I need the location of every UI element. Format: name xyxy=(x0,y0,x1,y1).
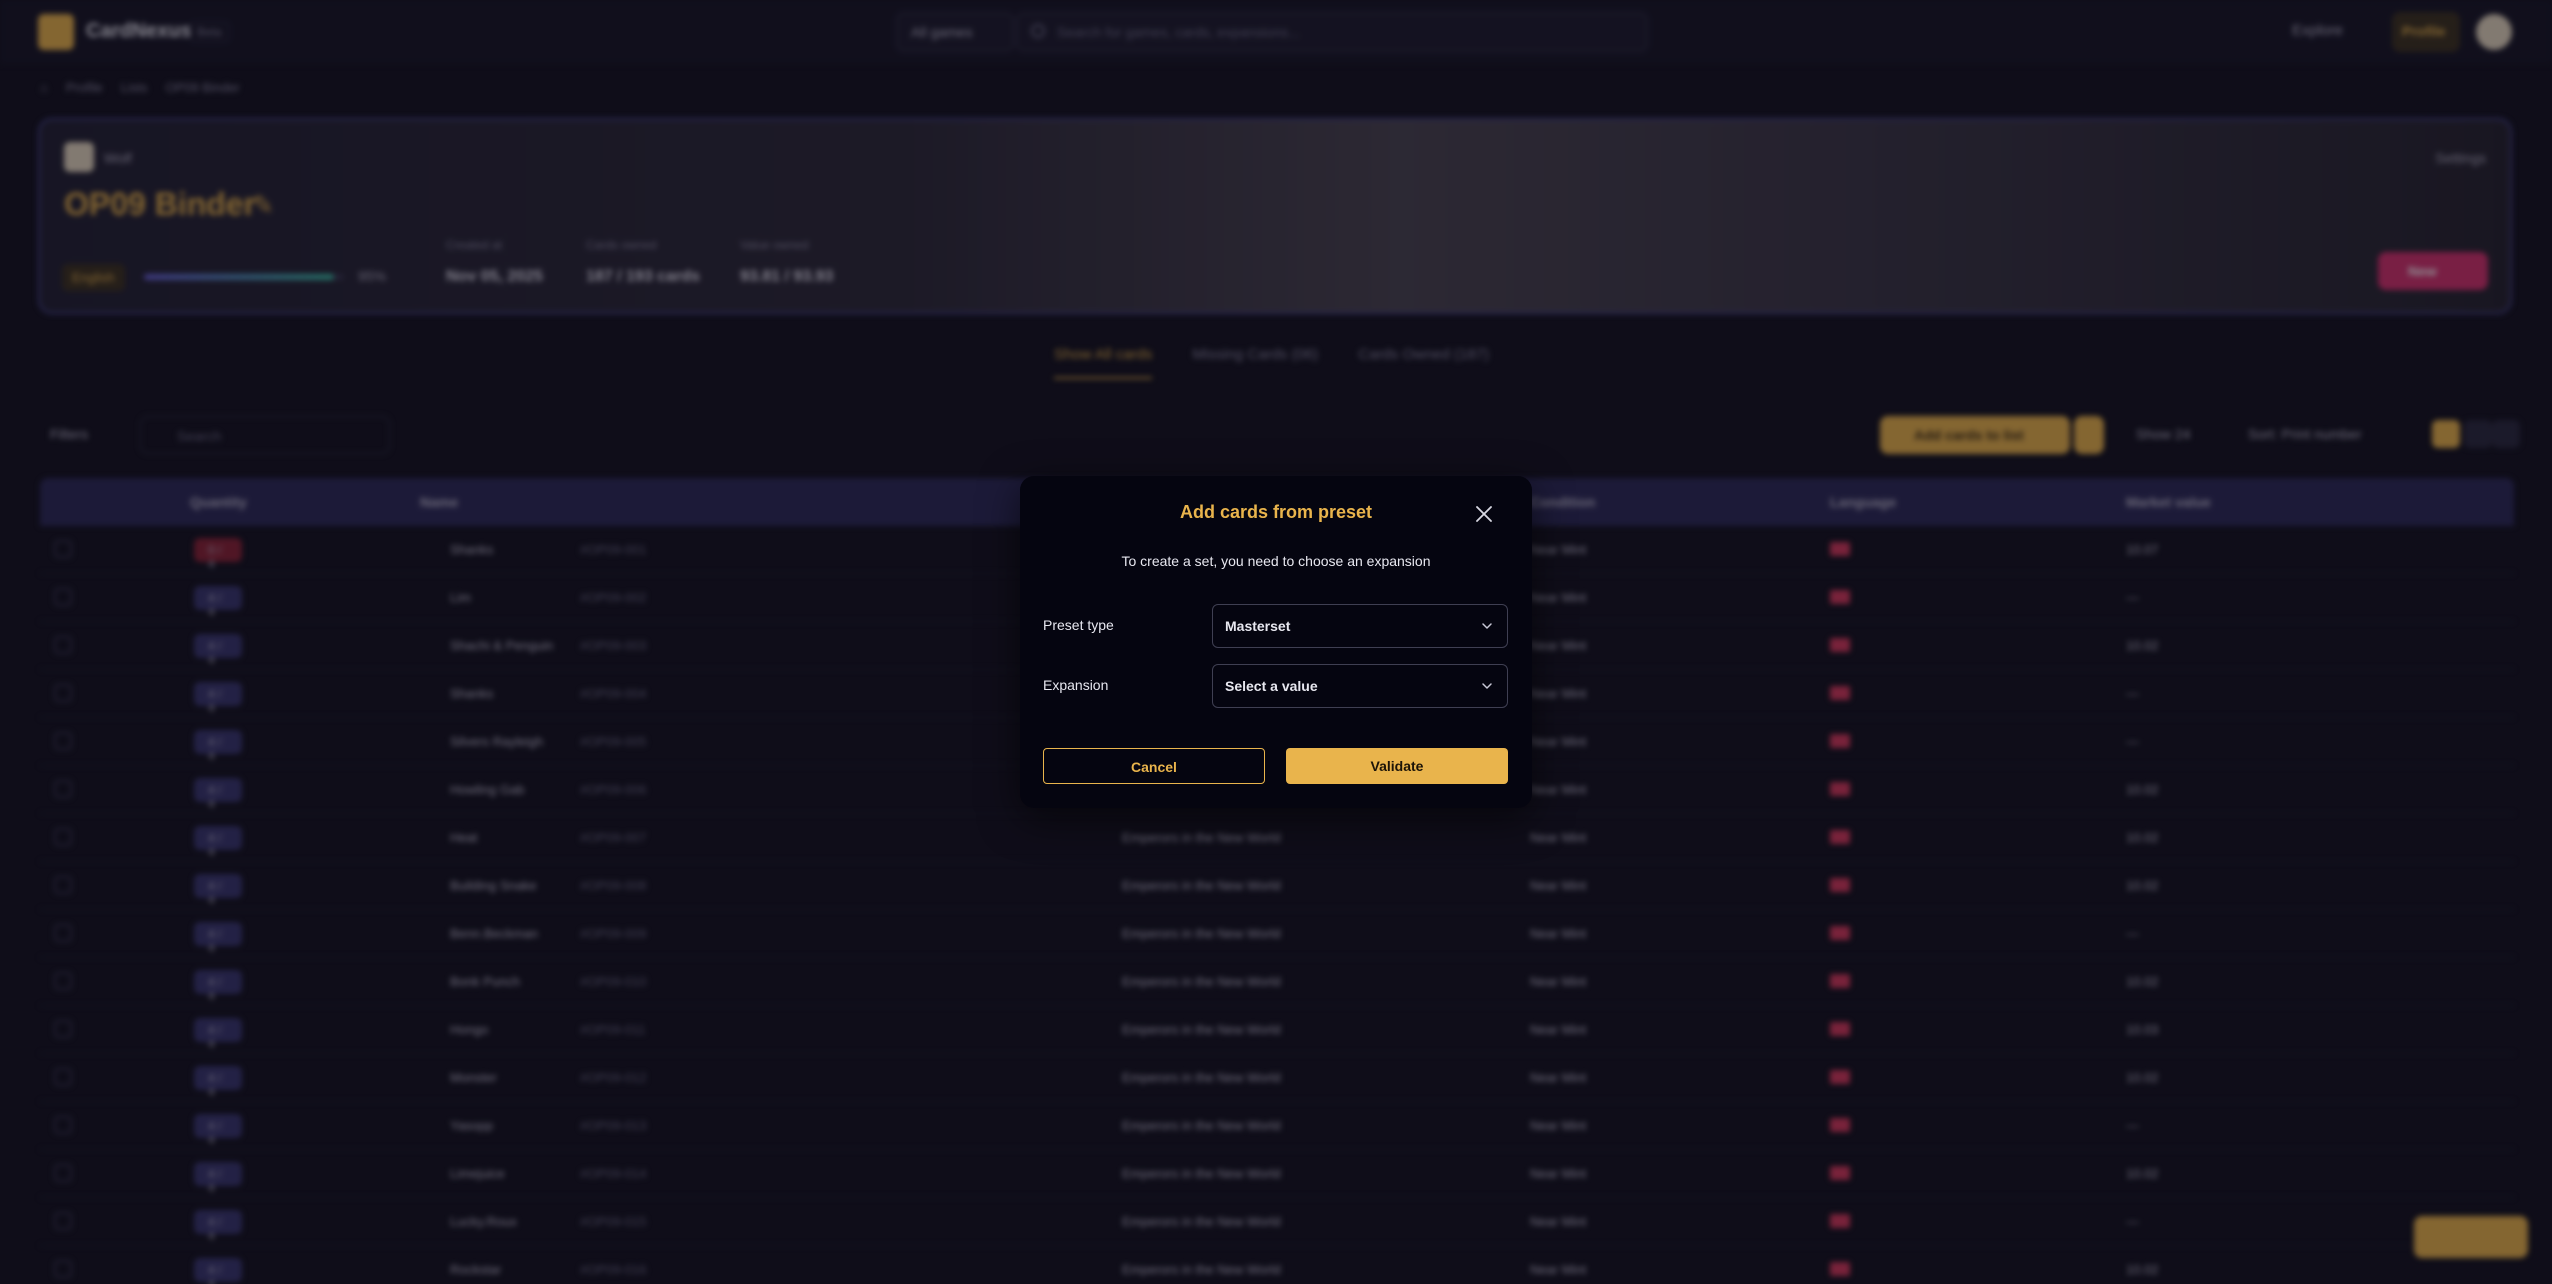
preset-type-label: Preset type xyxy=(1043,617,1114,633)
preset-type-select[interactable]: Masterset xyxy=(1212,604,1508,648)
chevron-down-icon xyxy=(1482,623,1492,629)
validate-button[interactable]: Validate xyxy=(1286,748,1508,784)
preset-type-value: Masterset xyxy=(1225,618,1291,634)
expansion-label: Expansion xyxy=(1043,677,1109,693)
dialog-title: Add cards from preset xyxy=(1179,502,1373,522)
expansion-select[interactable]: Select a value xyxy=(1212,664,1508,708)
add-cards-from-preset-dialog: Add cards from preset To create a set, y… xyxy=(1020,476,1532,808)
cancel-button[interactable]: Cancel xyxy=(1043,748,1265,784)
expansion-value: Select a value xyxy=(1225,678,1318,694)
close-icon[interactable] xyxy=(1472,502,1496,526)
dialog-subtitle: To create a set, you need to choose an e… xyxy=(1121,553,1431,569)
chevron-down-icon xyxy=(1482,683,1492,689)
